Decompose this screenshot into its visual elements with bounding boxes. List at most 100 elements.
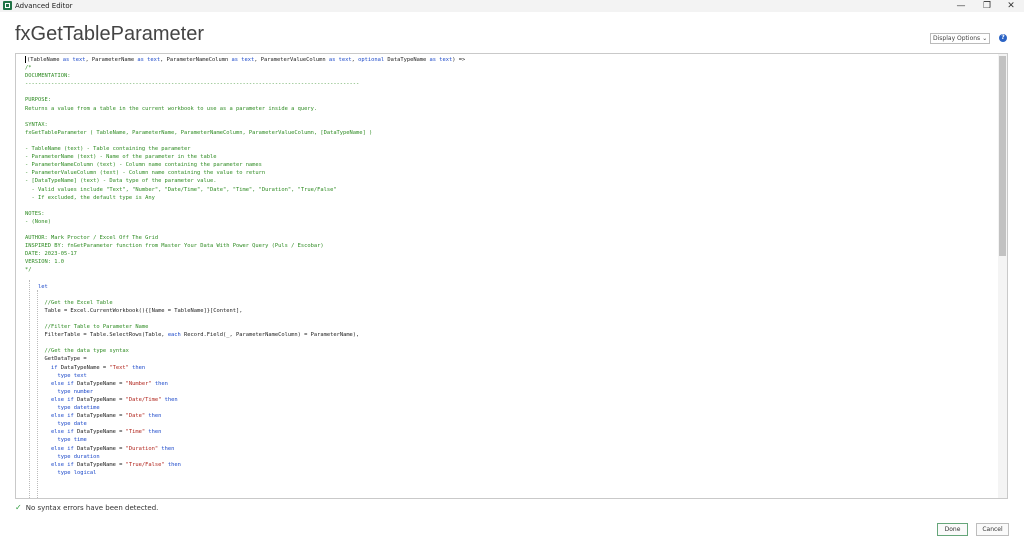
code-line: DATE: 2023-05-17 (25, 250, 993, 258)
display-options-label: Display Options (933, 35, 981, 42)
code-token: AUTHOR: Mark Proctor / Excel Off The Gri… (25, 235, 159, 242)
code-token: DOCUMENTATION: (25, 73, 71, 80)
code-line: type date (25, 420, 993, 428)
code-line: GetDataType = (25, 355, 993, 363)
code-token: else (50, 461, 64, 468)
code-token: */ (25, 267, 32, 274)
code-token: type (57, 469, 71, 476)
excel-app-icon (3, 1, 12, 10)
code-area[interactable]: (TableName as text, ParameterName as tex… (25, 56, 993, 498)
code-line: INSPIRED BY: fnGetParameter function fro… (25, 242, 993, 250)
code-token: DataTypeName = (73, 429, 126, 436)
code-token: PURPOSE: (25, 97, 51, 104)
code-line: SYNTAX: (25, 121, 993, 129)
code-token: then (132, 364, 146, 371)
code-line: type time (25, 436, 993, 444)
vertical-scrollbar[interactable] (998, 54, 1007, 498)
code-line: - ParameterName (text) - Name of the par… (25, 153, 993, 161)
close-icon[interactable]: ✕ (998, 0, 1024, 12)
code-line: FilterTable = Table.SelectRows(Table, ea… (25, 331, 993, 339)
window-title: Advanced Editor (15, 2, 73, 10)
code-token: , ParameterName (85, 57, 138, 63)
code-token: DataTypeName (384, 57, 430, 63)
code-token: DataTypeName = (73, 445, 126, 452)
code-token: (TableName (27, 57, 63, 63)
code-token: type (57, 437, 71, 444)
code-token: then (148, 429, 162, 436)
code-line: - (None) (25, 218, 993, 226)
display-options-dropdown[interactable]: Display Options ⌄ (930, 33, 991, 44)
code-token: text (439, 57, 453, 63)
scrollbar-thumb[interactable] (999, 56, 1006, 256)
code-token: GetDataType = (25, 356, 87, 363)
minimize-icon[interactable]: — (948, 0, 974, 12)
code-token: - If excluded, the default type is Any (25, 194, 155, 201)
code-token: then (167, 461, 181, 468)
code-token: "Duration" (125, 445, 159, 452)
code-line: else if DataTypeName = "Date/Time" then (25, 396, 993, 404)
chevron-down-icon: ⌄ (982, 35, 988, 42)
code-line: Table = Excel.CurrentWorkbook(){[Name = … (25, 307, 993, 315)
code-token: type (57, 453, 71, 460)
code-token: then (164, 396, 178, 403)
code-token: , ParameterNameColumn (160, 57, 232, 63)
code-token: "True/False" (125, 461, 165, 468)
code-token: DataTypeName = (57, 364, 110, 371)
code-line: - TableName (text) - Table containing th… (25, 145, 993, 153)
code-token: type (57, 372, 71, 379)
done-button[interactable]: Done (937, 523, 968, 536)
text-cursor (25, 56, 26, 63)
code-token: type (57, 405, 71, 412)
code-line: else if DataTypeName = "Time" then (25, 428, 993, 436)
code-line: type number (25, 388, 993, 396)
code-token: Record.Field(_, ParameterNameColumn) = P… (180, 332, 360, 339)
code-token: else (50, 445, 64, 452)
code-line: //Get the data type syntax (25, 347, 993, 355)
page-title: fxGetTableParameter (15, 23, 204, 45)
code-line: DOCUMENTATION: (25, 72, 993, 80)
code-line: /* (25, 64, 993, 72)
code-token: "Time" (125, 429, 146, 436)
code-token: text (73, 372, 87, 379)
code-token: number (73, 388, 94, 395)
code-token: time (73, 437, 87, 444)
code-token: FilterTable = Table.SelectRows(Table, (25, 332, 168, 339)
code-line: //Get the Excel Table (25, 299, 993, 307)
code-token: then (154, 380, 168, 387)
code-token: text (72, 57, 86, 63)
code-token: ) => (452, 57, 466, 63)
code-token: DataTypeName = (73, 461, 126, 468)
code-token: each (167, 332, 181, 339)
code-token: optional (358, 57, 385, 63)
code-token: //Get the data type syntax (44, 348, 129, 355)
code-token: "Date" (125, 413, 146, 420)
code-line: type duration (25, 453, 993, 461)
code-token: ----------------------------------------… (25, 81, 360, 88)
help-icon[interactable]: ? (999, 34, 1007, 42)
code-line: */ (25, 266, 993, 274)
code-token: //Get the Excel Table (44, 299, 113, 306)
code-token: text (338, 57, 352, 63)
code-line: let (25, 283, 993, 291)
code-token: datetime (73, 405, 100, 412)
code-line: else if DataTypeName = "True/False" then (25, 461, 993, 469)
code-token: INSPIRED BY: fnGetParameter function fro… (25, 243, 324, 250)
cancel-button[interactable]: Cancel (976, 523, 1009, 536)
code-line: ----------------------------------------… (25, 80, 993, 88)
code-editor[interactable]: (TableName as text, ParameterName as tex… (15, 53, 1008, 499)
code-line: type datetime (25, 404, 993, 412)
code-line: - If excluded, the default type is Any (25, 194, 993, 202)
code-token: then (148, 413, 162, 420)
code-token: "Number" (125, 380, 152, 387)
code-token: let (37, 283, 48, 290)
indent-guide (29, 280, 30, 498)
maximize-icon[interactable]: ❐ (974, 0, 1000, 12)
